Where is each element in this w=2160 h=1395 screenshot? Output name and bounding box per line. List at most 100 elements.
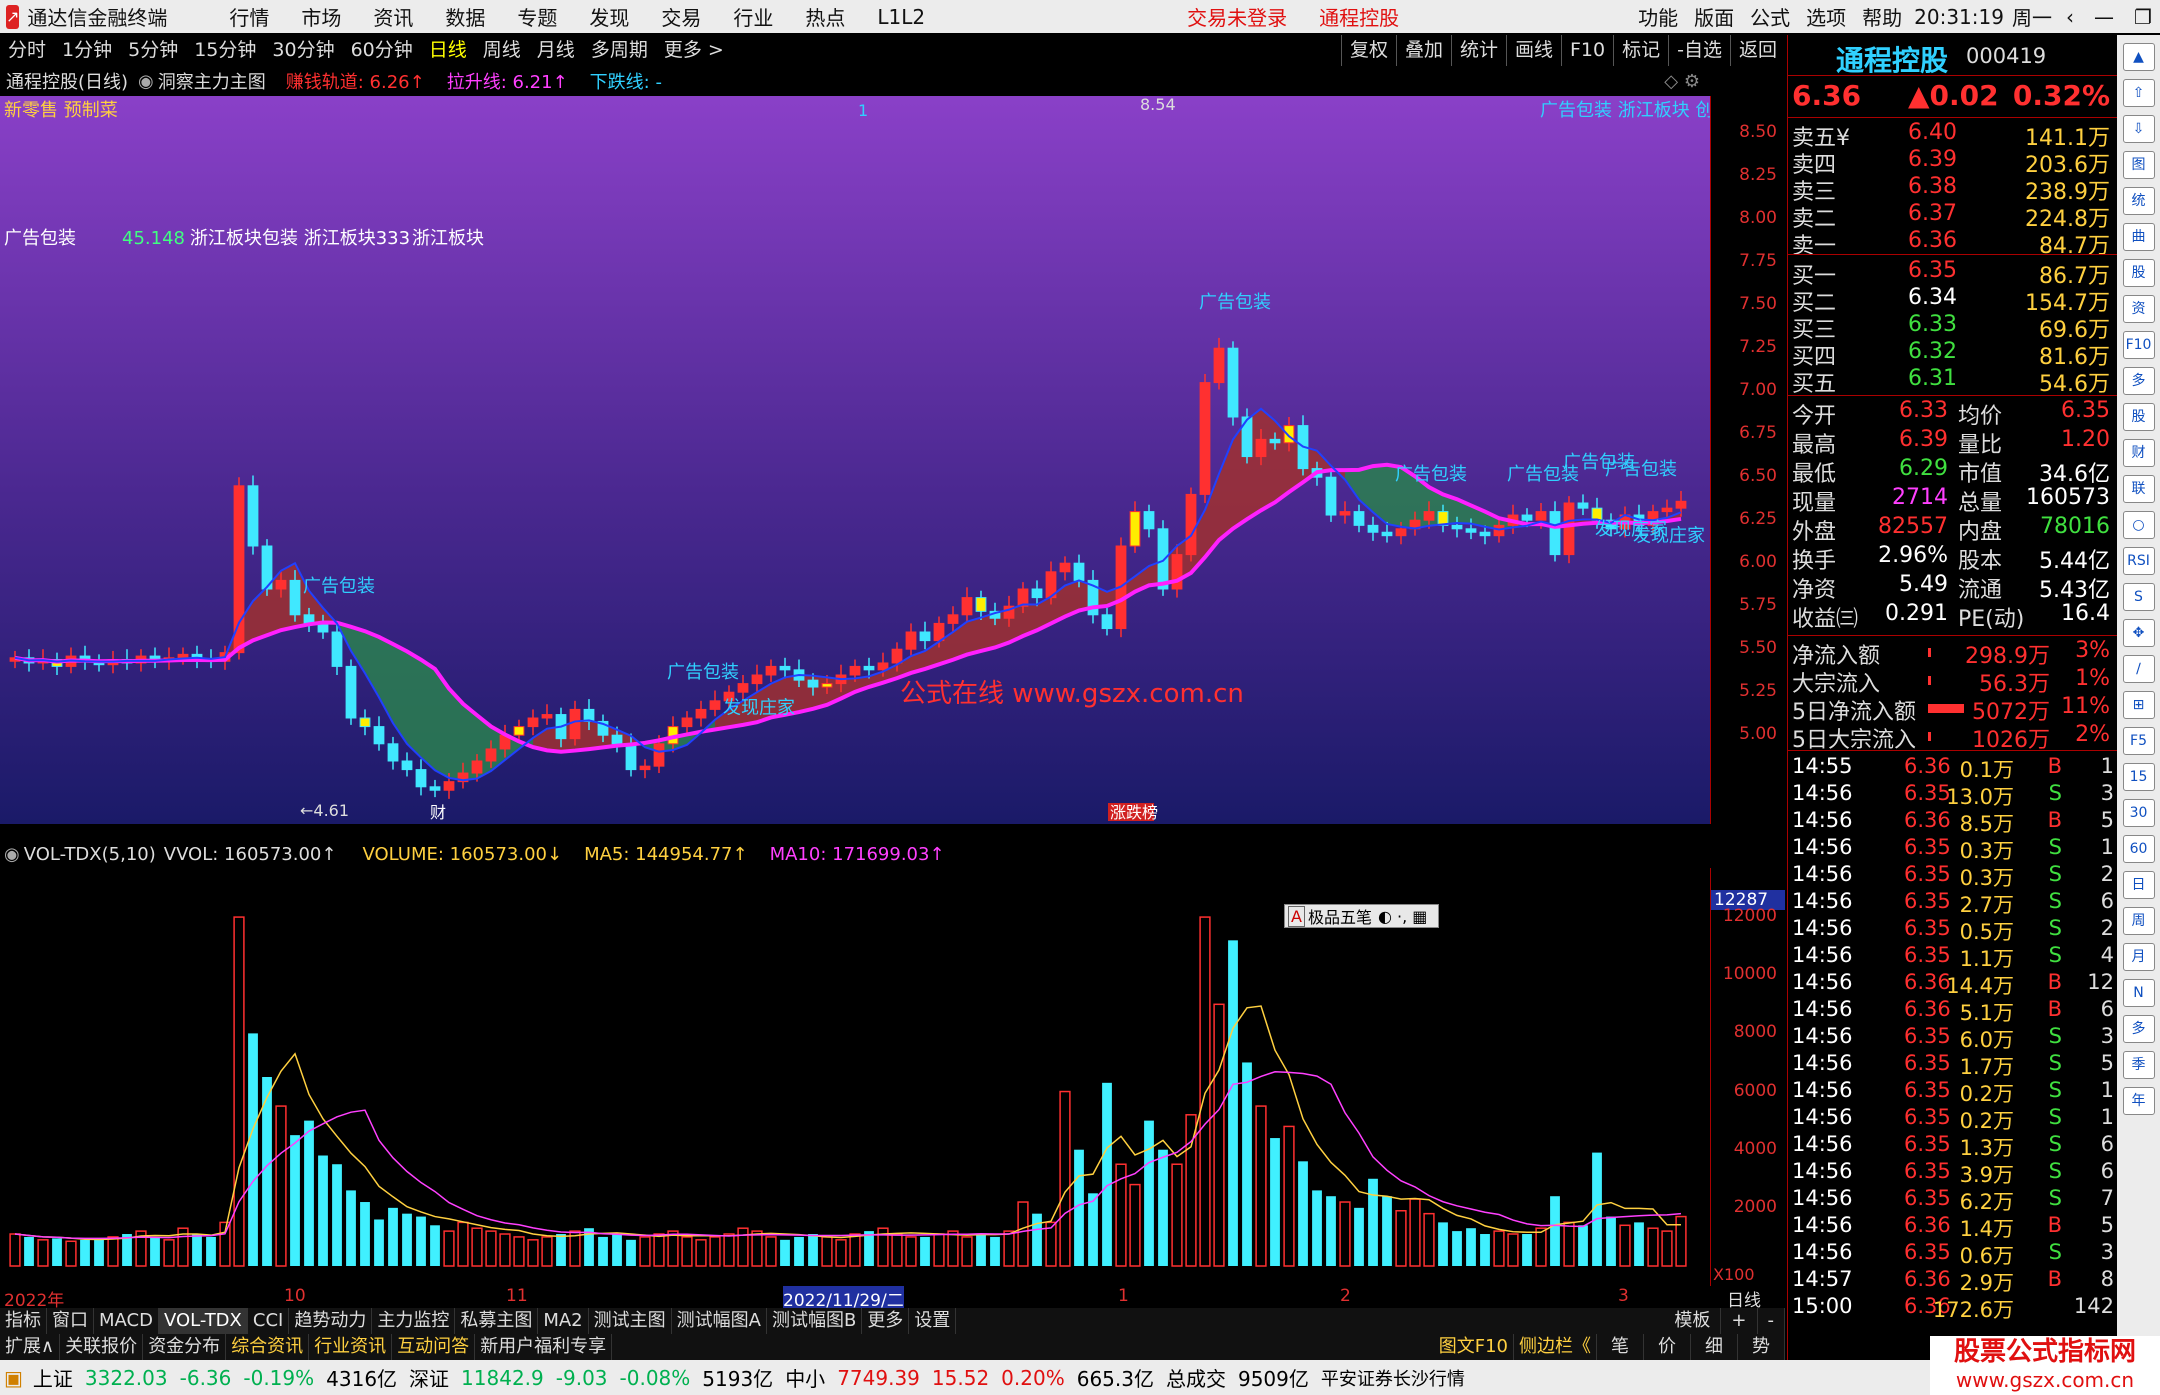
sh-label[interactable]: 上证	[27, 1363, 79, 1392]
bottom-tab[interactable]: 扩展∧	[0, 1334, 61, 1360]
indicator-tool[interactable]: +	[1721, 1308, 1758, 1334]
toolbar-button[interactable]: 标记	[1613, 35, 1668, 66]
period-tab[interactable]: 更多 >	[656, 35, 732, 66]
bottom-tab[interactable]: 互动问答	[392, 1334, 476, 1360]
rail-icon[interactable]: 统	[2122, 187, 2155, 215]
menu-item[interactable]: 热点	[789, 2, 861, 31]
rail-icon[interactable]: 多	[2122, 1015, 2155, 1043]
rail-icon[interactable]: 股	[2122, 259, 2155, 287]
bottom-tab[interactable]: 综合资讯	[226, 1334, 310, 1360]
menu-stock-name[interactable]: 通程控股	[1303, 2, 1415, 31]
rail-icon[interactable]: 图	[2122, 151, 2155, 179]
rail-icon[interactable]: F5	[2122, 727, 2155, 755]
bottom-tab[interactable]: 资金分布	[143, 1334, 227, 1360]
menu-item[interactable]: 市场	[285, 2, 357, 31]
indicator-tab[interactable]: 主力监控	[372, 1308, 456, 1334]
rail-icon[interactable]: 资	[2122, 295, 2155, 323]
rail-icon[interactable]: 多	[2122, 367, 2155, 395]
rail-icon[interactable]: ▲	[2122, 43, 2155, 71]
menu-item[interactable]: 专题	[501, 2, 573, 31]
vol-indicator-name[interactable]: VOL-TDX(5,10)	[24, 844, 164, 865]
rail-icon[interactable]: RSI	[2122, 547, 2155, 575]
rail-icon[interactable]: ⊞	[2122, 691, 2155, 719]
bottom-tool[interactable]: 价	[1644, 1334, 1691, 1360]
indicator-tab[interactable]: 更多	[862, 1308, 910, 1334]
restore-icon[interactable]: ❐	[2124, 5, 2160, 29]
rail-icon[interactable]: 月	[2122, 943, 2155, 971]
bottom-tool[interactable]: 笔	[1597, 1334, 1644, 1360]
rail-icon[interactable]: 60	[2122, 835, 2155, 863]
rail-icon[interactable]: N	[2122, 979, 2155, 1007]
rail-icon[interactable]: 股	[2122, 403, 2155, 431]
ime-popup[interactable]: A 极品五笔 ◐ ·, ▦	[1284, 904, 1439, 928]
rail-icon[interactable]: 联	[2122, 475, 2155, 503]
toolbar-button[interactable]: 叠加	[1395, 35, 1451, 66]
period-tab[interactable]: 1分钟	[54, 35, 120, 66]
period-tab[interactable]: 周线	[475, 35, 529, 66]
period-tab[interactable]: 60分钟	[343, 35, 421, 66]
rail-icon[interactable]: 日	[2122, 871, 2155, 899]
period-tab[interactable]: 多周期	[583, 35, 656, 66]
indicator-tab[interactable]: 设置	[909, 1308, 957, 1334]
menu-item-right[interactable]: 公式	[1742, 2, 1798, 31]
indicator-tool[interactable]: 模板	[1664, 1308, 1722, 1334]
rail-icon[interactable]: 周	[2122, 907, 2155, 935]
bottom-tab[interactable]: 新用户福利专享	[475, 1334, 613, 1360]
indicator-tab[interactable]: 测试主图	[589, 1308, 672, 1334]
menu-item-right[interactable]: 选项	[1798, 2, 1854, 31]
rail-icon[interactable]: ⇩	[2122, 115, 2155, 143]
menu-item[interactable]: 行业	[717, 2, 789, 31]
indicator-tab[interactable]: MACD	[94, 1308, 159, 1334]
period-tab[interactable]: 5分钟	[120, 35, 186, 66]
menu-item[interactable]: 资讯	[357, 2, 429, 31]
toolbar-button[interactable]: 复权	[1340, 35, 1396, 66]
bottom-tool[interactable]: 图文F10	[1434, 1334, 1514, 1360]
toolbar-button[interactable]: 返回	[1729, 35, 1785, 66]
minimize-icon[interactable]: —	[2084, 5, 2124, 29]
rail-icon[interactable]: 财	[2122, 439, 2155, 467]
back-icon[interactable]: ‹	[2056, 5, 2084, 29]
menu-item[interactable]: 交易	[645, 2, 717, 31]
rail-icon[interactable]: 季	[2122, 1051, 2155, 1079]
chart-settings-icon[interactable]: ◇ ⚙	[1664, 71, 1710, 92]
rail-icon[interactable]: ✥	[2122, 619, 2155, 647]
rail-icon[interactable]: F10	[2122, 331, 2155, 359]
sz-label[interactable]: 深证	[403, 1363, 455, 1392]
indicator-tool[interactable]: -	[1758, 1308, 1785, 1334]
rail-icon[interactable]: 年	[2122, 1087, 2155, 1115]
volume-chart[interactable]	[0, 868, 1710, 1286]
toolbar-button[interactable]: 统计	[1450, 35, 1506, 66]
period-tab[interactable]: 月线	[529, 35, 583, 66]
indicator-tab[interactable]: 私募主图	[455, 1308, 539, 1334]
rail-icon[interactable]: ⇧	[2122, 79, 2155, 107]
menu-item-right[interactable]: 帮助	[1854, 2, 1910, 31]
menu-item-right[interactable]: 功能	[1630, 2, 1686, 31]
rail-icon[interactable]: ○	[2122, 511, 2155, 539]
indicator-name[interactable]: 洞察主力主图	[158, 68, 286, 94]
indicator-tab[interactable]: CCI	[248, 1308, 290, 1334]
period-tab[interactable]: 15分钟	[186, 35, 264, 66]
indicator-tab[interactable]: 测试幅图B	[767, 1308, 863, 1334]
menu-item[interactable]: 行情	[213, 2, 285, 31]
indicator-tab[interactable]: MA2	[538, 1308, 589, 1334]
trade-login-status[interactable]: 交易未登录	[1171, 2, 1303, 31]
indicator-tab[interactable]: 指标	[0, 1308, 47, 1334]
menu-item[interactable]: L1L2	[861, 5, 941, 29]
menu-item-right[interactable]: 版面	[1686, 2, 1742, 31]
bottom-tool[interactable]: 侧边栏《	[1514, 1334, 1597, 1360]
menu-item[interactable]: 数据	[429, 2, 501, 31]
indicator-tab[interactable]: 测试幅图A	[672, 1308, 767, 1334]
toolbar-button[interactable]: 画线	[1505, 35, 1561, 66]
bottom-tool[interactable]: 势	[1738, 1334, 1785, 1360]
rail-icon[interactable]: 曲	[2122, 223, 2155, 251]
indicator-tab[interactable]: 窗口	[47, 1308, 94, 1334]
toolbar-button[interactable]: F10	[1561, 35, 1613, 66]
status-menu-icon[interactable]: ▣	[0, 1366, 27, 1390]
period-tab[interactable]: 30分钟	[264, 35, 342, 66]
period-tab[interactable]: 日线	[421, 35, 475, 66]
vol-toggle-icon[interactable]: ◉	[0, 844, 24, 865]
bottom-tool[interactable]: 细	[1691, 1334, 1738, 1360]
bottom-tab[interactable]: 关联报价	[60, 1334, 144, 1360]
menu-item[interactable]: 发现	[573, 2, 645, 31]
indicator-tab[interactable]: VOL-TDX	[158, 1308, 248, 1334]
